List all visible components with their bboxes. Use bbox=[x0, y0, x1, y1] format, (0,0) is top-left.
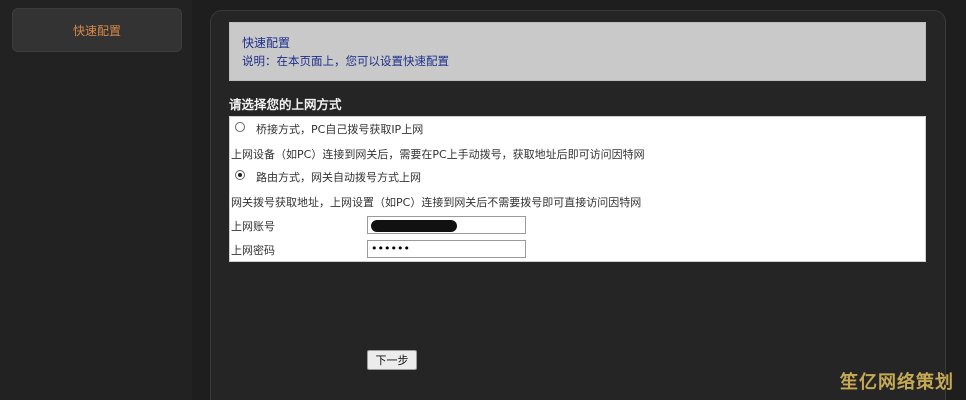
bridge-mode-description: 上网设备（如PC）连接到网关后，需要在PC上手动拨号，获取地址后即可访问因特网 bbox=[231, 148, 645, 161]
page-header: 快速配置 说明：在本页面上，您可以设置快速配置 bbox=[229, 22, 926, 81]
password-label: 上网密码 bbox=[231, 244, 275, 257]
account-label: 上网账号 bbox=[231, 220, 275, 233]
router-mode-description: 网关拨号获取地址，上网设置（如PC）连接到网关后不需要拨号即可直接访问因特网 bbox=[231, 196, 642, 209]
page-description: 说明：在本页面上，您可以设置快速配置 bbox=[242, 54, 449, 68]
section-title: 请选择您的上网方式 bbox=[229, 97, 342, 112]
bridge-mode-label: 桥接方式，PC自己拨号获取IP上网 bbox=[256, 123, 424, 136]
watermark-text: 笙亿网络策划 bbox=[840, 372, 954, 393]
sidebar-item-quick-config[interactable]: 快速配置 bbox=[12, 8, 182, 52]
router-config-page: 快速配置 快速配置 说明：在本页面上，您可以设置快速配置 请选择您的上网方式 桥… bbox=[0, 0, 966, 400]
router-mode-radio[interactable] bbox=[235, 170, 245, 180]
next-button[interactable]: 下一步 bbox=[367, 350, 417, 370]
connection-method-form: 桥接方式，PC自己拨号获取IP上网 上网设备（如PC）连接到网关后，需要在PC上… bbox=[229, 116, 926, 262]
bridge-mode-radio[interactable] bbox=[235, 122, 245, 132]
page-title: 快速配置 bbox=[242, 36, 291, 50]
sidebar-item-label: 快速配置 bbox=[72, 23, 121, 38]
password-input[interactable]: •••••• bbox=[367, 240, 526, 258]
password-value: •••••• bbox=[371, 242, 410, 255]
account-input[interactable] bbox=[367, 216, 526, 234]
router-mode-label: 路由方式，网关自动拨号方式上网 bbox=[256, 171, 421, 184]
redacted-account-value bbox=[371, 219, 457, 232]
next-button-label: 下一步 bbox=[375, 354, 409, 367]
sidebar: 快速配置 bbox=[0, 0, 192, 400]
